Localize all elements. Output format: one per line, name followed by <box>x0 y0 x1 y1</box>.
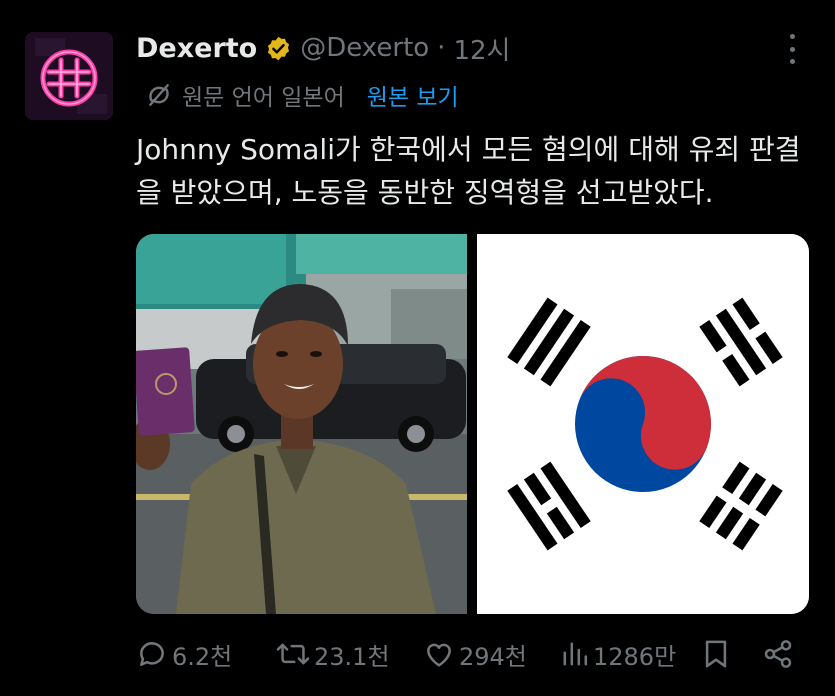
reply-button[interactable]: 6.2천 <box>136 634 232 674</box>
share-icon <box>764 640 792 668</box>
bar-chart-icon <box>563 642 588 666</box>
views-count: 1286만 <box>593 642 677 671</box>
avatar[interactable] <box>25 32 113 120</box>
dexerto-logo-icon <box>25 32 113 120</box>
view-original-link[interactable]: 원본 보기 <box>367 78 459 112</box>
verified-badge-icon[interactable] <box>265 35 292 62</box>
like-count: 294천 <box>459 642 527 671</box>
translation-row: 원문 언어 일본어 원본 보기 <box>146 78 459 112</box>
tweet-header: Dexerto @Dexerto · 12시 <box>136 30 510 66</box>
retweet-button[interactable]: 23.1천 <box>276 634 390 674</box>
media-grid <box>136 234 809 614</box>
bookmark-icon <box>705 640 727 668</box>
retweet-count: 23.1천 <box>314 642 390 671</box>
author-handle[interactable]: @Dexerto <box>300 33 429 63</box>
action-bar: 6.2천 23.1천 294천 1286만 <box>136 634 806 674</box>
reply-count: 6.2천 <box>172 642 233 671</box>
author-name[interactable]: Dexerto <box>136 33 257 64</box>
header-separator: · <box>437 33 446 63</box>
like-button[interactable]: 294천 <box>423 634 527 674</box>
post-time[interactable]: 12시 <box>453 30 510 67</box>
more-dots-icon[interactable] <box>782 34 802 64</box>
photo-korean-flag[interactable] <box>477 234 809 614</box>
bookmark-button[interactable] <box>702 634 730 674</box>
retweet-icon <box>276 643 310 665</box>
tweet-text: Johnny Somali가 한국에서 모든 혐의에 대해 유죄 판결을 받았으… <box>136 133 801 209</box>
reply-icon <box>140 642 164 666</box>
photo-person-with-passport[interactable] <box>136 234 467 614</box>
share-button[interactable] <box>762 634 794 674</box>
translate-off-icon <box>149 84 169 106</box>
heart-icon <box>427 643 451 667</box>
translation-note: 원문 언어 일본어 <box>182 85 345 111</box>
views-button[interactable]: 1286만 <box>561 634 676 674</box>
